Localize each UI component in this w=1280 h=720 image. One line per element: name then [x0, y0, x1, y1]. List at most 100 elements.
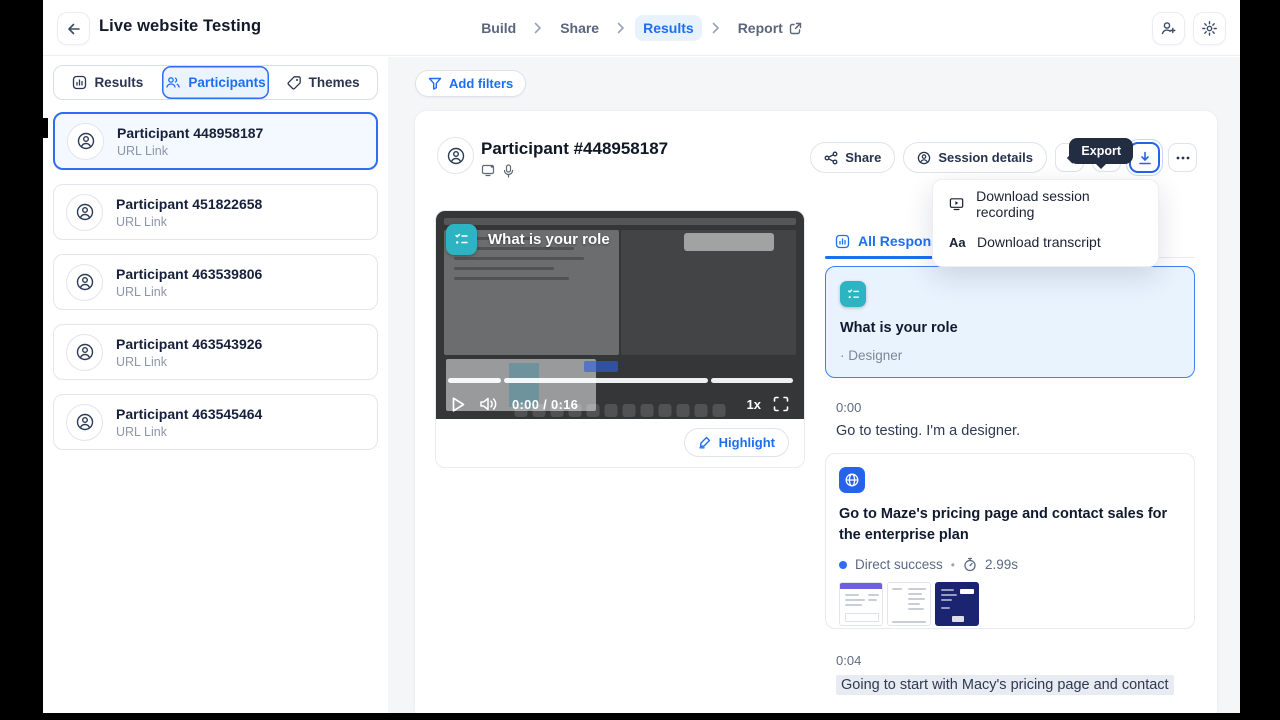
fullscreen-button[interactable]	[773, 396, 789, 412]
website-task-icon	[839, 467, 865, 493]
task-title: Go to Maze's pricing page and contact sa…	[839, 504, 1181, 546]
screen-recording-icon	[481, 164, 496, 177]
header-actions	[1152, 12, 1226, 45]
question-response-card[interactable]: What is your role · Designer	[825, 266, 1195, 378]
participant-source: URL Link	[117, 144, 263, 158]
share-icon	[824, 151, 838, 165]
menu-item-download-recording[interactable]: Download session recording	[933, 185, 1158, 223]
participant-list-item[interactable]: Participant 463545464 URL Link	[53, 394, 378, 450]
add-filters-label: Add filters	[449, 76, 513, 91]
video-timestamp: 0:00 / 0:16	[512, 397, 578, 412]
download-icon	[1138, 151, 1152, 165]
screenshot-thumbnail[interactable]	[839, 582, 883, 626]
add-filters-button[interactable]: Add filters	[415, 70, 526, 97]
video-progress-segment[interactable]	[448, 378, 501, 383]
transcript-text-highlighted[interactable]: Going to start with Macy's pricing page …	[836, 675, 1174, 695]
participant-avatar	[66, 404, 103, 441]
screen-artifact	[43, 118, 48, 138]
invite-user-button[interactable]	[1152, 12, 1185, 45]
share-button[interactable]: Share	[810, 142, 895, 173]
volume-button[interactable]	[479, 396, 498, 412]
tab-results-label: Results	[94, 75, 143, 90]
text-aa-icon: Aa	[949, 235, 965, 250]
session-participant-avatar	[437, 137, 474, 174]
breadcrumb-build[interactable]: Build	[473, 15, 524, 41]
screenshot-thumbnail[interactable]	[935, 582, 979, 626]
ellipsis-icon	[1176, 156, 1190, 160]
chevron-right-icon	[534, 22, 542, 34]
more-options-button[interactable]	[1168, 143, 1197, 172]
video-progress-segment[interactable]	[504, 378, 708, 383]
video-progress-segment[interactable]	[711, 378, 793, 383]
responses-column: All Responses What is your role · Design…	[825, 210, 1195, 713]
tab-themes[interactable]: Themes	[269, 66, 377, 99]
chevron-right-icon	[712, 22, 720, 34]
participant-avatar	[66, 334, 103, 371]
breadcrumb-results[interactable]: Results	[635, 15, 702, 41]
session-details-button[interactable]: Session details	[903, 142, 1047, 173]
tab-results[interactable]: Results	[54, 66, 162, 99]
user-icon	[75, 272, 95, 292]
transcript-text[interactable]: Go to testing. I'm a designer.	[836, 423, 1020, 439]
participant-avatar	[67, 123, 104, 160]
breadcrumb-share[interactable]: Share	[552, 15, 607, 41]
video-player[interactable]: What is your role 0:00 / 0:16 1x	[436, 211, 804, 419]
participant-list-item[interactable]: Participant 463539806URL Link	[53, 254, 378, 310]
session-participant-title: Participant #448958187	[481, 139, 668, 159]
participant-name: Participant 463543926	[116, 336, 262, 352]
task-duration: 2.99s	[985, 557, 1018, 572]
video-question-label: What is your role	[488, 231, 610, 248]
participant-list-item[interactable]: Participant 448958187URL Link	[53, 112, 378, 170]
microphone-icon	[503, 164, 514, 178]
separator-dot: •	[951, 558, 955, 572]
user-icon	[75, 342, 95, 362]
highlight-button[interactable]: Highlight	[684, 428, 789, 457]
settings-button[interactable]	[1193, 12, 1226, 45]
gear-icon	[1201, 20, 1218, 37]
breadcrumb-report[interactable]: Report	[730, 15, 810, 41]
user-icon	[75, 202, 95, 222]
task-response-card[interactable]: Go to Maze's pricing page and contact sa…	[825, 453, 1195, 629]
highlight-button-label: Highlight	[719, 435, 775, 450]
task-status-row: Direct success • 2.99s	[839, 557, 1181, 572]
participant-list-item[interactable]: Participant 463543926URL Link	[53, 324, 378, 380]
question-checklist-icon	[840, 281, 866, 307]
screen-play-icon	[949, 197, 964, 211]
video-question-title: What is your role	[446, 224, 610, 255]
menu-item-download-transcript[interactable]: Aa Download transcript	[933, 223, 1158, 261]
task-status-label: Direct success	[855, 557, 943, 572]
participant-list-item[interactable]: Participant 451822658 URL Link	[53, 184, 378, 240]
people-icon	[165, 75, 181, 90]
user-icon	[75, 412, 95, 432]
top-header: Live website Testing Build Share Results…	[43, 0, 1240, 56]
session-device-icons	[481, 164, 514, 178]
participant-source: URL Link	[116, 425, 262, 439]
video-panel: What is your role 0:00 / 0:16 1x	[435, 210, 805, 468]
chevron-right-icon	[617, 22, 625, 34]
tag-icon	[287, 75, 302, 90]
participant-source: URL Link	[116, 215, 262, 229]
external-link-icon	[789, 22, 802, 35]
transcript-timestamp: 0:00	[836, 400, 861, 415]
export-menu: Download session recording Aa Download t…	[932, 179, 1159, 267]
screenshot-thumbnail[interactable]	[887, 582, 931, 626]
question-checklist-icon	[446, 224, 477, 255]
stopwatch-icon	[963, 557, 977, 572]
tab-participants-label: Participants	[188, 75, 265, 90]
person-add-icon	[1160, 20, 1177, 37]
participant-name: Participant 451822658	[116, 196, 262, 212]
play-button[interactable]	[451, 396, 466, 413]
question-title: What is your role	[840, 320, 1180, 336]
video-frame-content	[584, 361, 618, 372]
task-screenshot-thumbnails	[839, 582, 1181, 626]
tab-participants[interactable]: Participants	[162, 66, 270, 99]
arrow-left-icon	[66, 21, 82, 37]
filter-funnel-icon	[428, 77, 442, 90]
playback-speed-button[interactable]: 1x	[747, 397, 761, 412]
export-button[interactable]	[1129, 142, 1160, 173]
participant-name: Participant 463545464	[116, 406, 262, 422]
participant-list: Participant 448958187URL Link Participan…	[53, 112, 378, 450]
page-title: Live website Testing	[99, 17, 261, 36]
share-button-label: Share	[845, 150, 881, 165]
back-button[interactable]	[57, 12, 90, 45]
